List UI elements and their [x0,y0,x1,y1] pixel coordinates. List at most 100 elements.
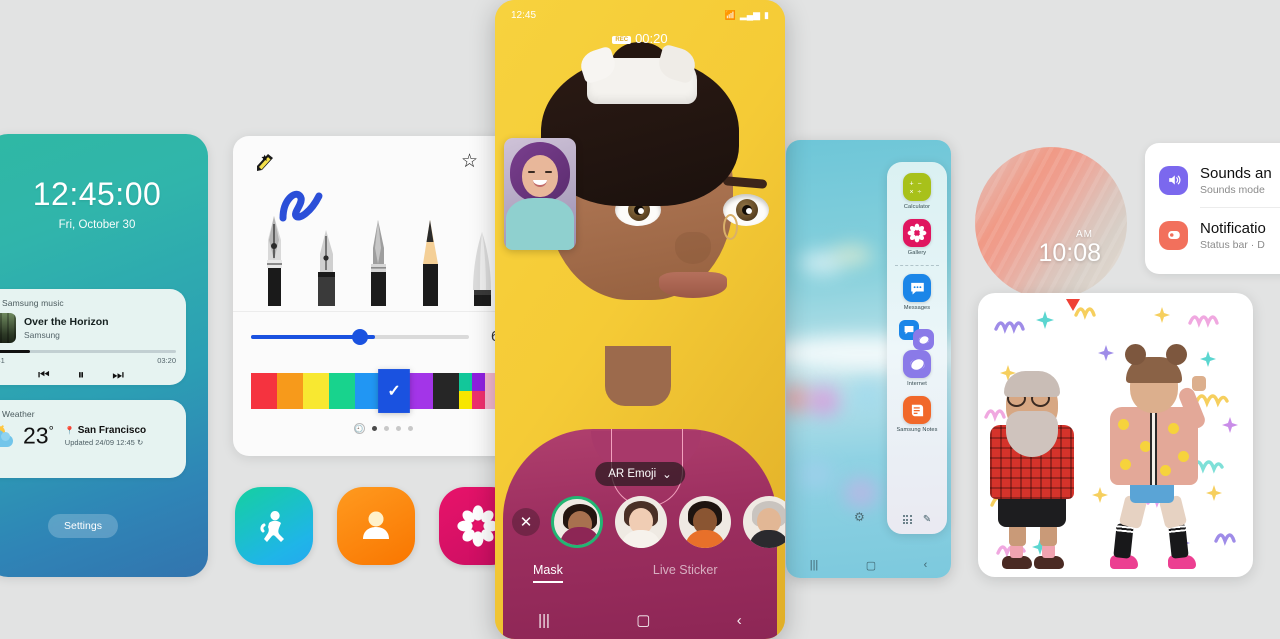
elapsed-time: 00:41 [0,356,5,365]
sparkle-icon [1154,307,1170,323]
settings-row-text: Sounds an Sounds mode [1200,165,1272,196]
girl-hair-bun-right [1166,344,1187,365]
music-player-card[interactable]: ♪ Samsung music Over the Horizon Samsung… [0,289,186,385]
page-dot[interactable] [395,426,401,431]
tab-mask[interactable]: Mask [533,563,563,583]
right-phone-nav-bar: ||| ▢ ‹ [786,559,951,572]
page-dot[interactable] [383,426,389,431]
status-bar-icons: 📶 ▂▄▆ ▮ [725,10,769,21]
home-icon[interactable]: ▢ [866,559,876,572]
selfie-preview[interactable] [504,138,576,250]
weather-card[interactable]: ☁ Weather 23° 📍 San Fran [0,400,186,478]
samsung-health-icon[interactable] [235,487,313,565]
color-swatch[interactable] [329,373,355,409]
pip-smile [533,180,547,187]
color-swatch[interactable] [433,373,459,409]
smiley-pattern [1120,459,1131,470]
edge-item-samsung-notes[interactable]: Samsung Notes [887,396,947,433]
settings-button[interactable]: Settings [48,514,118,538]
ar-emoji-sticker-card[interactable] [978,293,1253,577]
pen-option-calligraphy-pen[interactable] [311,224,339,311]
recents-icon[interactable]: ||| [810,559,819,572]
star-outline-icon[interactable]: ☆ [461,150,478,173]
home-icon[interactable]: ▢ [636,611,650,629]
highlighter-pen-icon[interactable] [255,150,279,172]
pen-option-fountain-pen[interactable] [259,206,287,311]
tab-live-sticker[interactable]: Live Sticker [653,563,718,583]
edge-item-internet[interactable]: Internet [887,350,947,387]
pip-shirt [506,198,574,250]
color-swatch-multi[interactable] [459,373,485,409]
size-slider[interactable] [251,328,469,345]
refresh-icon[interactable]: ↻ [137,438,143,447]
avatar-thumbnail[interactable] [679,496,731,548]
avatar-earring-right [723,214,738,240]
color-swatch-selected[interactable]: ✓ [378,369,410,413]
pen-option-marker[interactable] [467,230,495,311]
wifi-icon: 📶 [724,9,736,20]
back-icon[interactable]: ‹ [737,612,742,629]
avatar-lips [659,272,727,298]
samsung-notes-icon [903,396,931,424]
sun-behind-cloud-icon [0,424,16,448]
samsung-contacts-icon[interactable] [337,487,415,565]
skip-next-icon[interactable]: ⏭ [112,368,124,381]
lock-screen-time: 12:45:00 [32,176,162,212]
location-pin-icon: 📍 [64,426,75,435]
weather-temperature: 23° [23,424,54,448]
pip-face [522,155,558,197]
settings-row-text: Notificatio Status bar · D [1200,220,1266,251]
edit-pencil-icon[interactable]: ✎ [923,514,931,525]
color-swatch[interactable] [355,373,381,409]
playback-progress-bar[interactable] [0,350,176,353]
pause-icon[interactable]: ⏸ [78,368,85,381]
gear-icon[interactable]: ⚙ [854,510,865,524]
color-swatch[interactable] [277,373,303,409]
camera-mode-tabs: Mask Live Sticker [495,563,785,583]
sparkle-icon [1036,311,1054,329]
media-controls: ⏮ ⏸ ⏭ [0,368,176,381]
color-swatch[interactable] [303,373,329,409]
status-bar-time: 12:45 [511,9,537,21]
screenshot-canvas: 12:45:00 Fri, October 30 ♪ Samsung music… [0,0,1280,639]
svg-text:−: − [918,181,922,188]
girl-hair-bun-left [1125,344,1146,365]
triangle-icon [1066,299,1080,311]
avatar-thumbnail-selected[interactable] [551,496,603,548]
aod-clock-widget[interactable]: AM 10:08 [975,147,1127,299]
avatar-brow-right [722,176,768,189]
avatar-selector [551,496,785,548]
status-bar: 12:45 📶 ▂▄▆ ▮ [495,7,785,23]
gallery-icon [903,219,931,247]
edge-item-gallery[interactable]: Gallery [887,219,947,256]
avatar-nose [675,232,711,264]
smiley-pattern [1118,419,1129,430]
color-swatch[interactable] [407,373,433,409]
app-grid-icon[interactable] [902,514,912,525]
music-card-header: ♪ Samsung music [0,297,176,308]
settings-row-sounds[interactable]: Sounds an Sounds mode [1159,153,1280,207]
avatar-thumbnail[interactable] [743,496,785,548]
mode-chip[interactable]: AR Emoji ⌄ [595,462,685,486]
edge-item-app-pair[interactable] [887,320,947,350]
color-swatch[interactable] [251,373,277,409]
sparkle-icon [1206,485,1222,501]
avatar-glint-right [746,208,752,214]
recent-colors-icon[interactable]: 🕘 [353,423,365,434]
video-camera-icon: REC [612,36,632,44]
settings-row-notifications[interactable]: Notificatio Status bar · D [1159,208,1280,262]
edge-item-calculator[interactable]: + − × ÷ Calculator [887,173,947,210]
avatar-thumbnail[interactable] [615,496,667,548]
weather-meta: 📍 San Francisco Updated 24/09 12:45 ↻ [65,425,146,447]
edge-item-messages[interactable]: Messages [887,274,947,311]
slider-knob[interactable] [352,328,368,345]
back-icon[interactable]: ‹ [924,559,928,572]
pen-option-pencil[interactable] [415,216,443,311]
page-dot[interactable] [407,426,413,431]
skip-previous-icon[interactable]: ⏮ [38,368,50,381]
battery-icon: ▮ [764,9,769,20]
close-icon[interactable]: ✕ [512,508,540,536]
pen-option-ballpoint-pen[interactable] [363,214,391,311]
page-dot-active[interactable] [371,426,377,431]
recents-icon[interactable]: ||| [538,612,550,629]
